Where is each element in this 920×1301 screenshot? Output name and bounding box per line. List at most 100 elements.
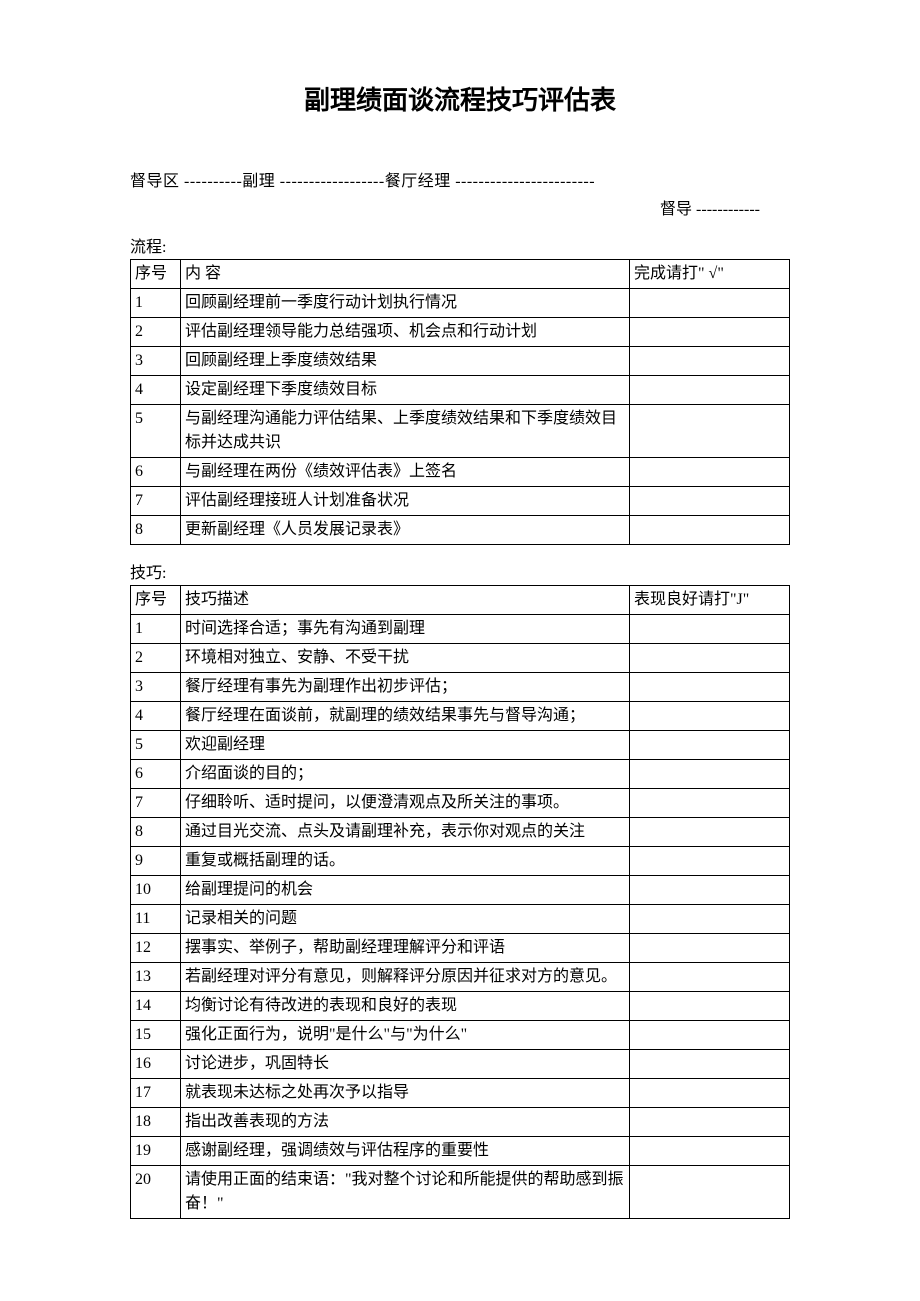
cell-seq: 19: [131, 1137, 181, 1166]
cell-seq: 7: [131, 789, 181, 818]
cell-content: 仔细聆听、适时提问，以便澄清观点及所关注的事项。: [181, 789, 630, 818]
table-row: 4餐厅经理在面谈前，就副理的绩效结果事先与督导沟通；: [131, 702, 790, 731]
cell-seq: 8: [131, 818, 181, 847]
cell-check[interactable]: [630, 458, 790, 487]
cell-check[interactable]: [630, 1050, 790, 1079]
table-row: 14均衡讨论有待改进的表现和良好的表现: [131, 992, 790, 1021]
table-row: 7评估副经理接班人计划准备状况: [131, 487, 790, 516]
table-row: 13若副经理对评分有意见，则解释评分原因并征求对方的意见。: [131, 963, 790, 992]
cell-content: 时间选择合适；事先有沟通到副理: [181, 615, 630, 644]
cell-check[interactable]: [630, 789, 790, 818]
cell-content: 通过目光交流、点头及请副理补充，表示你对观点的关注: [181, 818, 630, 847]
cell-check[interactable]: [630, 731, 790, 760]
cell-check[interactable]: [630, 876, 790, 905]
cell-content: 回顾副经理上季度绩效结果: [181, 347, 630, 376]
cell-seq: 12: [131, 934, 181, 963]
cell-check[interactable]: [630, 847, 790, 876]
cell-content: 若副经理对评分有意见，则解释评分原因并征求对方的意见。: [181, 963, 630, 992]
cell-seq: 20: [131, 1166, 181, 1219]
cell-content: 感谢副经理，强调绩效与评估程序的重要性: [181, 1137, 630, 1166]
header-seq: 序号: [131, 260, 181, 289]
cell-seq: 1: [131, 289, 181, 318]
header-check: 表现良好请打"J": [630, 586, 790, 615]
table-row: 9重复或概括副理的话。: [131, 847, 790, 876]
cell-seq: 11: [131, 905, 181, 934]
cell-content: 强化正面行为，说明"是什么"与"为什么": [181, 1021, 630, 1050]
cell-seq: 5: [131, 731, 181, 760]
table-row: 10给副理提问的机会: [131, 876, 790, 905]
cell-seq: 2: [131, 644, 181, 673]
cell-check[interactable]: [630, 487, 790, 516]
cell-seq: 18: [131, 1108, 181, 1137]
cell-content: 环境相对独立、安静、不受干扰: [181, 644, 630, 673]
table-row: 5与副经理沟通能力评估结果、上季度绩效结果和下季度绩效目标并达成共识: [131, 405, 790, 458]
table-row: 18指出改善表现的方法: [131, 1108, 790, 1137]
cell-content: 与副经理沟通能力评估结果、上季度绩效结果和下季度绩效目标并达成共识: [181, 405, 630, 458]
cell-check[interactable]: [630, 905, 790, 934]
cell-content: 重复或概括副理的话。: [181, 847, 630, 876]
table-row: 8更新副经理《人员发展记录表》: [131, 516, 790, 545]
cell-check[interactable]: [630, 702, 790, 731]
cell-check[interactable]: [630, 934, 790, 963]
cell-check[interactable]: [630, 673, 790, 702]
cell-seq: 6: [131, 760, 181, 789]
cell-seq: 8: [131, 516, 181, 545]
table-row: 2评估副经理领导能力总结强项、机会点和行动计划: [131, 318, 790, 347]
cell-seq: 16: [131, 1050, 181, 1079]
header-line-2: 督导 ------------: [130, 195, 790, 219]
cell-content: 摆事实、举例子，帮助副经理理解评分和评语: [181, 934, 630, 963]
cell-content: 餐厅经理在面谈前，就副理的绩效结果事先与督导沟通；: [181, 702, 630, 731]
cell-seq: 1: [131, 615, 181, 644]
cell-content: 与副经理在两份《绩效评估表》上签名: [181, 458, 630, 487]
cell-content: 就表现未达标之处再次予以指导: [181, 1079, 630, 1108]
cell-content: 记录相关的问题: [181, 905, 630, 934]
cell-check[interactable]: [630, 1079, 790, 1108]
cell-check[interactable]: [630, 1021, 790, 1050]
process-table: 序号 内 容 完成请打" √" 1回顾副经理前一季度行动计划执行情况2评估副经理…: [130, 259, 790, 545]
table-row: 12摆事实、举例子，帮助副经理理解评分和评语: [131, 934, 790, 963]
cell-check[interactable]: [630, 289, 790, 318]
cell-check[interactable]: [630, 1166, 790, 1219]
cell-check[interactable]: [630, 347, 790, 376]
cell-check[interactable]: [630, 760, 790, 789]
table-header-row: 序号 内 容 完成请打" √": [131, 260, 790, 289]
cell-seq: 3: [131, 347, 181, 376]
header-content: 技巧描述: [181, 586, 630, 615]
cell-content: 更新副经理《人员发展记录表》: [181, 516, 630, 545]
table-row: 3回顾副经理上季度绩效结果: [131, 347, 790, 376]
table-row: 7仔细聆听、适时提问，以便澄清观点及所关注的事项。: [131, 789, 790, 818]
cell-check[interactable]: [630, 1108, 790, 1137]
cell-content: 介绍面谈的目的；: [181, 760, 630, 789]
cell-check[interactable]: [630, 615, 790, 644]
cell-check[interactable]: [630, 1137, 790, 1166]
cell-seq: 10: [131, 876, 181, 905]
table-header-row: 序号 技巧描述 表现良好请打"J": [131, 586, 790, 615]
page-title: 副理绩面谈流程技巧评估表: [130, 80, 790, 117]
cell-content: 指出改善表现的方法: [181, 1108, 630, 1137]
cell-seq: 5: [131, 405, 181, 458]
table-row: 3餐厅经理有事先为副理作出初步评估；: [131, 673, 790, 702]
cell-seq: 4: [131, 376, 181, 405]
table-row: 1回顾副经理前一季度行动计划执行情况: [131, 289, 790, 318]
cell-check[interactable]: [630, 992, 790, 1021]
header-seq: 序号: [131, 586, 181, 615]
cell-content: 均衡讨论有待改进的表现和良好的表现: [181, 992, 630, 1021]
cell-check[interactable]: [630, 376, 790, 405]
cell-check[interactable]: [630, 818, 790, 847]
cell-content: 请使用正面的结束语："我对整个讨论和所能提供的帮助感到振奋！": [181, 1166, 630, 1219]
table-row: 1时间选择合适；事先有沟通到副理: [131, 615, 790, 644]
cell-content: 评估副经理领导能力总结强项、机会点和行动计划: [181, 318, 630, 347]
table-row: 4设定副经理下季度绩效目标: [131, 376, 790, 405]
header-content: 内 容: [181, 260, 630, 289]
cell-seq: 3: [131, 673, 181, 702]
table-row: 6与副经理在两份《绩效评估表》上签名: [131, 458, 790, 487]
cell-check[interactable]: [630, 963, 790, 992]
table-row: 15强化正面行为，说明"是什么"与"为什么": [131, 1021, 790, 1050]
table-row: 19感谢副经理，强调绩效与评估程序的重要性: [131, 1137, 790, 1166]
cell-check[interactable]: [630, 318, 790, 347]
cell-check[interactable]: [630, 405, 790, 458]
table-row: 20请使用正面的结束语："我对整个讨论和所能提供的帮助感到振奋！": [131, 1166, 790, 1219]
cell-check[interactable]: [630, 516, 790, 545]
cell-content: 欢迎副经理: [181, 731, 630, 760]
cell-check[interactable]: [630, 644, 790, 673]
